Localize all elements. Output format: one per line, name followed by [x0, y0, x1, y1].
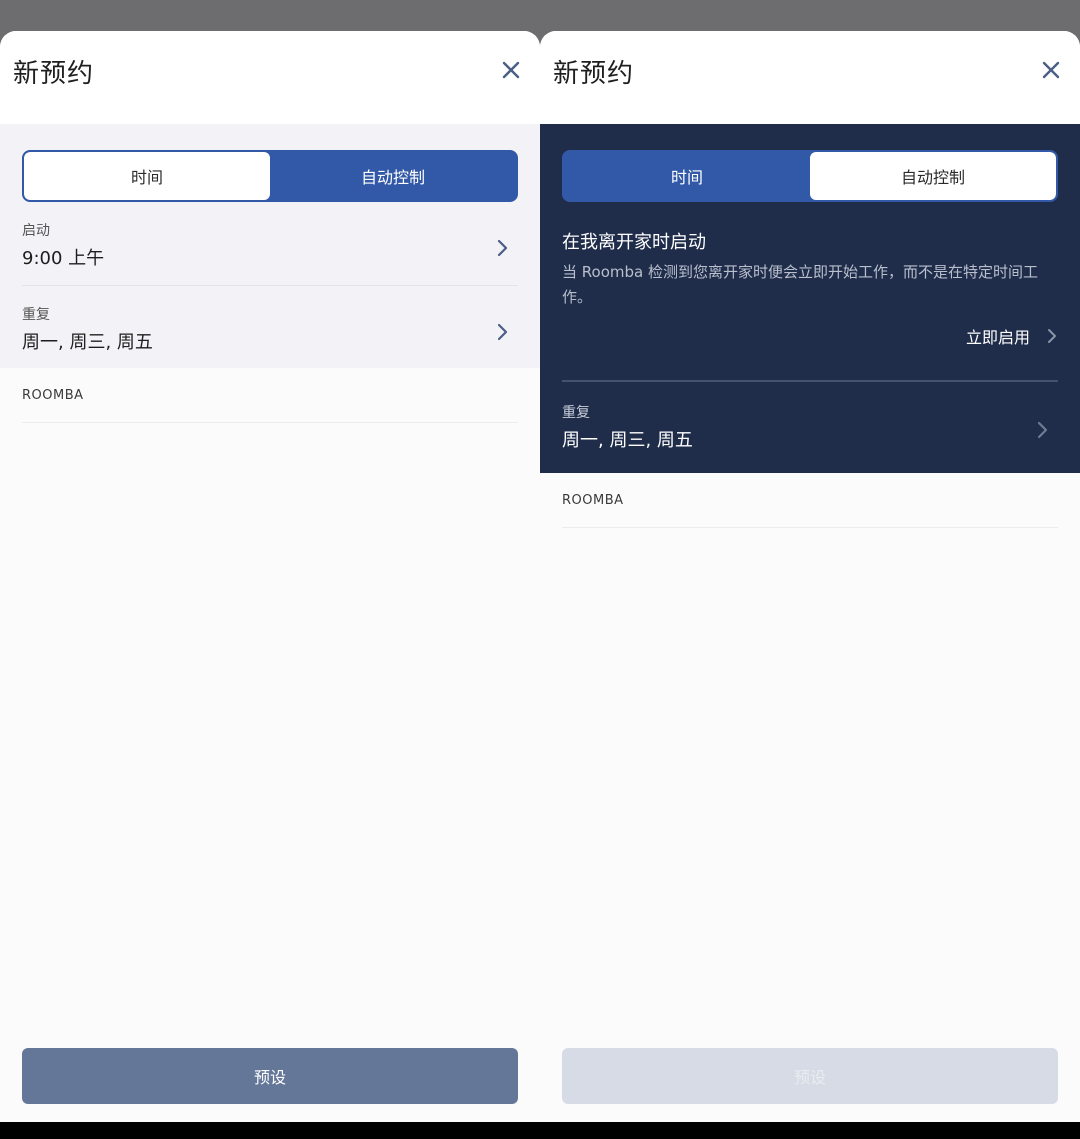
repeat-label: 重复	[22, 307, 50, 323]
chevron-right-icon	[1048, 329, 1056, 343]
start-value: 9:00 上午	[22, 248, 105, 269]
auto-control-panel: 时间 自动控制 在我离开家时启动 当 Roomba 检测到您离开家时便会立即开始…	[540, 124, 1080, 473]
divider	[22, 285, 518, 286]
preset-button: 预设	[562, 1048, 1058, 1104]
preset-button[interactable]: 预设	[22, 1048, 518, 1104]
app-root: 新预约 时间 自动控制 启动 9:00 上午 重复 周一, 周三, 周五 ROO…	[0, 0, 1080, 1139]
enable-now-link[interactable]: 立即启用	[966, 324, 1058, 348]
right-screen: 新预约 时间 自动控制 在我离开家时启动 当 Roomba 检测到您离开家时便会…	[540, 31, 1080, 1122]
repeat-row[interactable]: 重复 周一, 周三, 周五	[22, 304, 518, 364]
repeat-value: 周一, 周三, 周五	[562, 430, 693, 451]
schedule-panel: 时间 自动控制 启动 9:00 上午 重复 周一, 周三, 周五	[0, 124, 540, 368]
repeat-label: 重复	[562, 405, 590, 421]
chevron-right-icon	[1036, 420, 1050, 440]
close-button[interactable]	[1040, 59, 1062, 81]
repeat-row[interactable]: 重复 周一, 周三, 周五	[562, 402, 1058, 462]
close-icon	[502, 61, 520, 79]
divider	[562, 380, 1058, 382]
divider	[22, 422, 518, 423]
tab-auto-control[interactable]: 自动控制	[270, 152, 516, 200]
mode-segmented-control: 时间 自动控制	[22, 150, 518, 202]
auto-start-description: 当 Roomba 检测到您离开家时便会立即开始工作，而不是在特定时间工作。	[562, 263, 1038, 306]
mode-segmented-control: 时间 自动控制	[562, 150, 1058, 202]
enable-now-label: 立即启用	[965, 328, 1030, 347]
auto-start-title: 在我离开家时启动	[562, 232, 706, 253]
start-time-row[interactable]: 启动 9:00 上午	[22, 220, 518, 280]
close-icon	[1042, 61, 1060, 79]
tab-time[interactable]: 时间	[564, 152, 810, 200]
header: 新预约	[0, 31, 540, 124]
chevron-right-icon	[496, 238, 510, 258]
start-label: 启动	[22, 223, 50, 239]
page-title: 新预约	[13, 59, 95, 89]
section-label-roomba: ROOMBA	[22, 388, 84, 403]
repeat-value: 周一, 周三, 周五	[22, 332, 153, 353]
chevron-right-icon	[496, 322, 510, 342]
close-button[interactable]	[500, 59, 522, 81]
tab-time[interactable]: 时间	[24, 152, 270, 200]
header: 新预约	[540, 31, 1080, 124]
left-screen: 新预约 时间 自动控制 启动 9:00 上午 重复 周一, 周三, 周五 ROO…	[0, 31, 540, 1122]
divider	[562, 527, 1058, 528]
page-title: 新预约	[553, 59, 635, 89]
section-label-roomba: ROOMBA	[562, 493, 624, 508]
tab-auto-control[interactable]: 自动控制	[810, 152, 1056, 200]
